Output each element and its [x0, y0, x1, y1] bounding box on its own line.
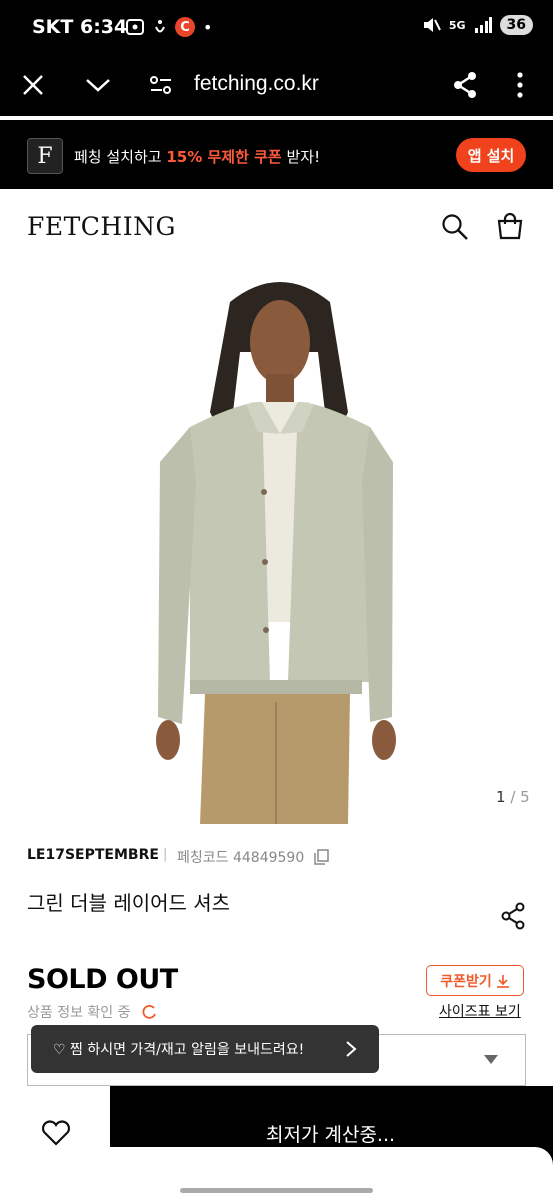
install-app-button[interactable]: 앱 설치	[456, 138, 526, 172]
status-time: SKT 6:34	[32, 16, 128, 38]
dropdown-arrow-icon	[484, 1055, 498, 1064]
banner-text-after: 받자!	[281, 148, 321, 166]
coupon-label: 쿠폰받기	[440, 973, 492, 990]
status-right-icons: 5G 36	[421, 15, 533, 35]
product-code-label: 페칭코드 44849590	[177, 850, 305, 866]
copy-icon[interactable]	[313, 849, 329, 865]
chevron-right-icon	[346, 1041, 357, 1057]
fetching-app-logo: F	[27, 138, 63, 174]
mute-icon	[423, 18, 441, 32]
site-logo[interactable]: FETCHING	[27, 212, 176, 241]
signal-icon	[474, 17, 492, 33]
product-code: 페칭코드 44849590	[177, 847, 329, 867]
screenshot-icon	[126, 19, 144, 35]
chevron-down-icon[interactable]	[85, 76, 111, 94]
banner-text-before: 페칭 설치하고	[74, 148, 167, 166]
size-chart-link[interactable]: 사이즈표 보기	[439, 1001, 521, 1021]
heart-icon	[41, 1120, 71, 1146]
status-bar: SKT 6:34 C • 5G 36	[0, 0, 553, 56]
accessibility-icon	[155, 20, 165, 33]
more-options-icon[interactable]	[516, 72, 524, 98]
search-icon[interactable]	[441, 213, 469, 241]
product-image[interactable]	[0, 262, 553, 824]
brand-code-separator: |	[163, 847, 168, 862]
browser-toolbar: fetching.co.kr	[0, 56, 553, 116]
battery-indicator: 36	[499, 15, 533, 35]
pager-current: 1	[496, 788, 506, 806]
checking-label: 상품 정보 확인 중	[27, 1005, 131, 1021]
c-app-icon: C	[175, 17, 195, 37]
download-icon	[496, 974, 509, 988]
pager-total: / 5	[510, 788, 530, 806]
banner-text-highlight: 15% 무제한 쿠폰	[166, 148, 282, 166]
product-title: 그린 더블 레이어드 셔츠	[27, 891, 231, 915]
site-settings-icon[interactable]	[149, 75, 173, 95]
product-share-icon[interactable]	[500, 902, 526, 930]
price-button-label: 최저가 계산중...	[266, 1124, 396, 1146]
loading-spinner-icon	[142, 1004, 156, 1019]
shopping-bag-icon[interactable]	[496, 212, 524, 240]
wishlist-toast[interactable]: ♡ 찜 하시면 가격/재고 알림을 보내드려요!	[31, 1025, 379, 1073]
banner-message: 페칭 설치하고 15% 무제한 쿠폰 받자!	[74, 146, 320, 167]
url-field[interactable]: fetching.co.kr	[194, 72, 319, 96]
sold-out-status: SOLD OUT	[27, 964, 178, 995]
get-coupon-button[interactable]: 쿠폰받기	[426, 965, 524, 996]
close-icon[interactable]	[22, 74, 44, 96]
status-notification-icons: C •	[125, 17, 212, 37]
network-label: 5G	[448, 18, 466, 32]
gesture-handle[interactable]	[180, 1188, 373, 1193]
product-photo-illustration	[156, 282, 396, 824]
toast-message: ♡ 찜 하시면 가격/재고 알림을 보내드려요!	[53, 1042, 305, 1058]
checking-status: 상품 정보 확인 중	[27, 1002, 157, 1022]
dot-icon: •	[203, 17, 213, 37]
brand-name[interactable]: LE17SEPTEMBRE	[27, 847, 159, 863]
gallery-pager: 1 / 5	[496, 788, 530, 806]
share-icon[interactable]	[452, 71, 478, 99]
